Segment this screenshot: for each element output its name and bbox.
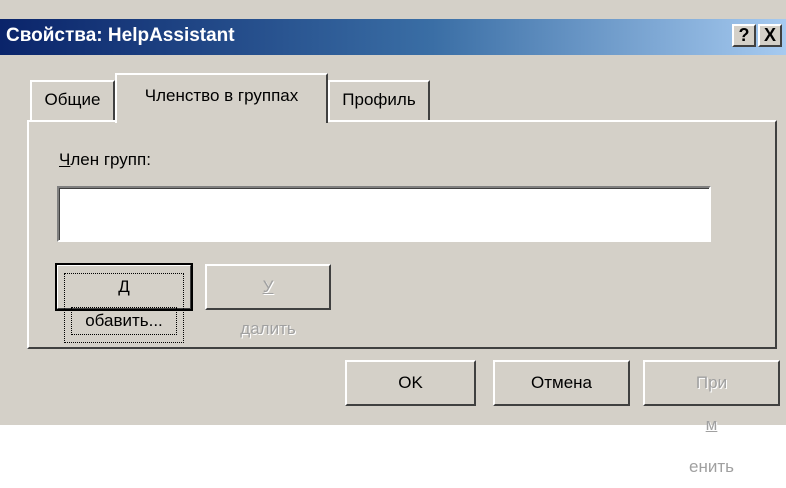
title-bar[interactable]: Свойства: HelpAssistant ? X bbox=[0, 19, 786, 55]
remove-button-accel: У bbox=[262, 277, 274, 296]
remove-button-rest: далить bbox=[240, 319, 296, 338]
member-of-label: Член групп: bbox=[59, 150, 151, 170]
tab-membership-label: Членство в группах bbox=[144, 86, 299, 105]
member-of-label-rest: лен групп: bbox=[70, 150, 151, 169]
add-button-accel: Д bbox=[118, 277, 130, 296]
cancel-button[interactable]: Отмена bbox=[493, 360, 630, 406]
window-title: Свойства: HelpAssistant bbox=[6, 25, 235, 46]
tab-general-label: Общие bbox=[44, 90, 101, 109]
ok-button-label: OK bbox=[398, 373, 423, 392]
member-of-listbox[interactable] bbox=[57, 186, 711, 242]
apply-button-label: При м енить bbox=[645, 362, 778, 488]
remove-button[interactable]: Удалить bbox=[205, 264, 331, 338]
remove-button-label: Удалить bbox=[207, 266, 329, 350]
membership-panel: Член групп: Добавить... Удалить bbox=[27, 120, 777, 349]
tab-profile[interactable]: Профиль bbox=[328, 80, 430, 120]
properties-dialog: Свойства: HelpAssistant ? X Общие Членст… bbox=[0, 0, 786, 476]
cancel-button-label: Отмена bbox=[531, 373, 592, 392]
tab-general[interactable]: Общие bbox=[30, 80, 115, 120]
close-icon[interactable]: X bbox=[758, 24, 782, 47]
ok-button[interactable]: OK bbox=[345, 360, 476, 406]
tab-membership[interactable]: Членство в группах bbox=[115, 73, 328, 123]
apply-button-post: енить bbox=[689, 457, 734, 476]
add-button-rest: обавить... bbox=[71, 307, 177, 335]
apply-button[interactable]: При м енить bbox=[643, 360, 780, 476]
tab-profile-label: Профиль bbox=[342, 90, 416, 109]
apply-button-pre: При bbox=[695, 373, 728, 392]
member-of-label-accel: Ч bbox=[59, 150, 71, 169]
add-button-label: Добавить... bbox=[64, 273, 184, 343]
help-icon[interactable]: ? bbox=[732, 24, 756, 47]
add-button[interactable]: Добавить... bbox=[55, 263, 193, 343]
